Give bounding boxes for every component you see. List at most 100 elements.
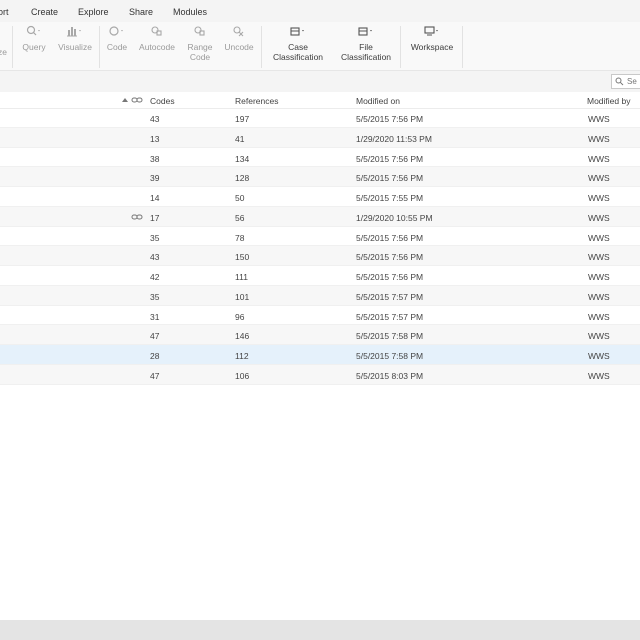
menu-import[interactable]: ort [0, 7, 9, 17]
cell-references: 128 [235, 173, 250, 184]
search-input[interactable] [627, 76, 640, 87]
table-row[interactable]: 47 106 5/5/2015 8:03 PM WWS [0, 364, 640, 385]
table-row[interactable]: 14 50 5/5/2015 7:55 PM WWS [0, 187, 640, 207]
cell-modified-on: 5/5/2015 7:56 PM [356, 252, 424, 263]
chart-icon [56, 25, 94, 42]
cell-modified-by: WWS [588, 212, 610, 223]
cell-modified-on: 5/5/2015 7:55 PM [356, 193, 424, 203]
uncode-button[interactable]: Uncode [221, 25, 257, 52]
cell-codes: 35 [150, 291, 160, 302]
table-row[interactable]: 42 111 5/5/2015 7:56 PM WWS [0, 266, 640, 286]
cell-modified-by: WWS [588, 351, 610, 361]
cell-codes: 13 [150, 133, 160, 144]
cell-references: 96 [235, 311, 245, 322]
cell-modified-on: 5/5/2015 7:56 PM [356, 153, 424, 164]
cell-modified-by: WWS [588, 331, 610, 342]
table-row[interactable]: 43 150 5/5/2015 7:56 PM WWS [0, 246, 640, 266]
table-row[interactable]: 38 134 5/5/2015 7:56 PM WWS [0, 148, 640, 168]
menu-share[interactable]: Share [129, 7, 153, 17]
sort-ascending-icon[interactable] [122, 98, 128, 102]
column-header-modified-by[interactable]: Modified by [587, 96, 630, 106]
cell-modified-on: 5/5/2015 7:57 PM [356, 311, 424, 322]
workspace-button[interactable]: Workspace [406, 25, 458, 52]
cell-codes: 38 [150, 153, 160, 164]
file-classification-button[interactable]: File Classification [336, 25, 396, 62]
code-button[interactable]: Code [105, 25, 129, 52]
cell-references: 134 [235, 153, 250, 164]
cell-codes: 42 [150, 272, 160, 282]
cell-references: 111 [235, 272, 248, 282]
cell-codes: 43 [150, 252, 160, 263]
autocode-icon [136, 25, 178, 42]
link-icon [131, 213, 143, 223]
range-code-icon [185, 25, 215, 42]
table-header: Codes References Modified on Modified by [0, 92, 640, 109]
cell-codes: 31 [150, 311, 160, 322]
cell-modified-by: WWS [588, 291, 610, 302]
cell-codes: 17 [150, 212, 160, 223]
column-header-modified-on[interactable]: Modified on [356, 96, 400, 106]
visualize-button[interactable]: Visualize [56, 25, 94, 52]
file-classification-icon [336, 25, 396, 42]
cell-codes: 14 [150, 193, 160, 203]
visualize-partial-label: ze [0, 47, 7, 57]
cell-modified-by: WWS [588, 173, 610, 184]
menu-modules[interactable]: Modules [173, 7, 207, 17]
column-header-codes[interactable]: Codes [150, 96, 175, 106]
table-row[interactable]: 13 41 1/29/2020 11:53 PM WWS [0, 127, 640, 148]
cell-references: 106 [235, 370, 250, 381]
case-classification-icon [268, 25, 328, 42]
uncode-icon [221, 25, 257, 42]
cell-modified-by: WWS [588, 114, 610, 124]
cell-modified-on: 5/5/2015 7:56 PM [356, 232, 424, 243]
table-row[interactable]: 35 78 5/5/2015 7:56 PM WWS [0, 227, 640, 247]
cell-modified-on: 1/29/2020 10:55 PM [356, 212, 433, 223]
cell-modified-on: 5/5/2015 7:58 PM [356, 331, 424, 342]
query-button[interactable]: Query [20, 25, 48, 52]
cell-references: 150 [235, 252, 250, 263]
cell-modified-by: WWS [588, 133, 610, 144]
cell-codes: 35 [150, 232, 160, 243]
cell-codes: 43 [150, 114, 160, 124]
cell-modified-on: 5/5/2015 7:58 PM [356, 351, 424, 361]
table-row[interactable]: 35 101 5/5/2015 7:57 PM WWS [0, 285, 640, 306]
cell-references: 50 [235, 193, 245, 203]
cell-references: 78 [235, 232, 245, 243]
cell-modified-on: 1/29/2020 11:53 PM [356, 133, 432, 144]
table-row[interactable]: 47 146 5/5/2015 7:58 PM WWS [0, 325, 640, 345]
case-classification-button[interactable]: Case Classification [268, 25, 328, 62]
table-body: 43 197 5/5/2015 7:56 PM WWS 13 41 1/29/2020 11… [0, 108, 640, 385]
cell-references: 41 [235, 133, 245, 144]
table-row[interactable]: 31 96 5/5/2015 7:57 PM WWS [0, 306, 640, 326]
column-header-references[interactable]: References [235, 96, 278, 106]
table-row[interactable]: 43 197 5/5/2015 7:56 PM WWS [0, 108, 640, 128]
code-icon [105, 25, 129, 42]
ribbon-separator [400, 26, 401, 68]
cell-modified-on: 5/5/2015 8:03 PM [356, 370, 424, 381]
workspace-icon [406, 25, 458, 42]
cell-modified-on: 5/5/2015 7:56 PM [356, 272, 424, 282]
table-row[interactable]: 39 128 5/5/2015 7:56 PM WWS [0, 167, 640, 187]
ribbon-toolbar: ze Query Visualize Code Autocode Range Co… [0, 22, 640, 71]
cell-modified-by: WWS [588, 370, 610, 381]
cell-modified-by: WWS [588, 193, 610, 203]
search-icon [615, 77, 624, 88]
cell-references: 146 [235, 331, 250, 342]
cell-references: 101 [235, 291, 250, 302]
status-bar [0, 620, 640, 640]
search-box[interactable] [611, 74, 640, 89]
cell-references: 56 [235, 212, 245, 223]
menu-create[interactable]: Create [31, 7, 58, 17]
table-row[interactable]: 17 56 1/29/2020 10:55 PM WWS [0, 206, 640, 227]
ribbon-separator [261, 26, 262, 68]
cell-modified-on: 5/5/2015 7:56 PM [356, 173, 424, 184]
cell-modified-by: WWS [588, 252, 610, 263]
menu-explore[interactable]: Explore [78, 7, 109, 17]
cell-modified-by: WWS [588, 153, 610, 164]
range-code-button[interactable]: Range Code [185, 25, 215, 62]
table-row[interactable]: 28 112 5/5/2015 7:58 PM WWS [0, 345, 640, 365]
menu-bar: ort Create Explore Share Modules [0, 0, 640, 22]
cell-codes: 47 [150, 370, 160, 381]
cell-modified-on: 5/5/2015 7:57 PM [356, 291, 424, 302]
autocode-button[interactable]: Autocode [136, 25, 178, 52]
